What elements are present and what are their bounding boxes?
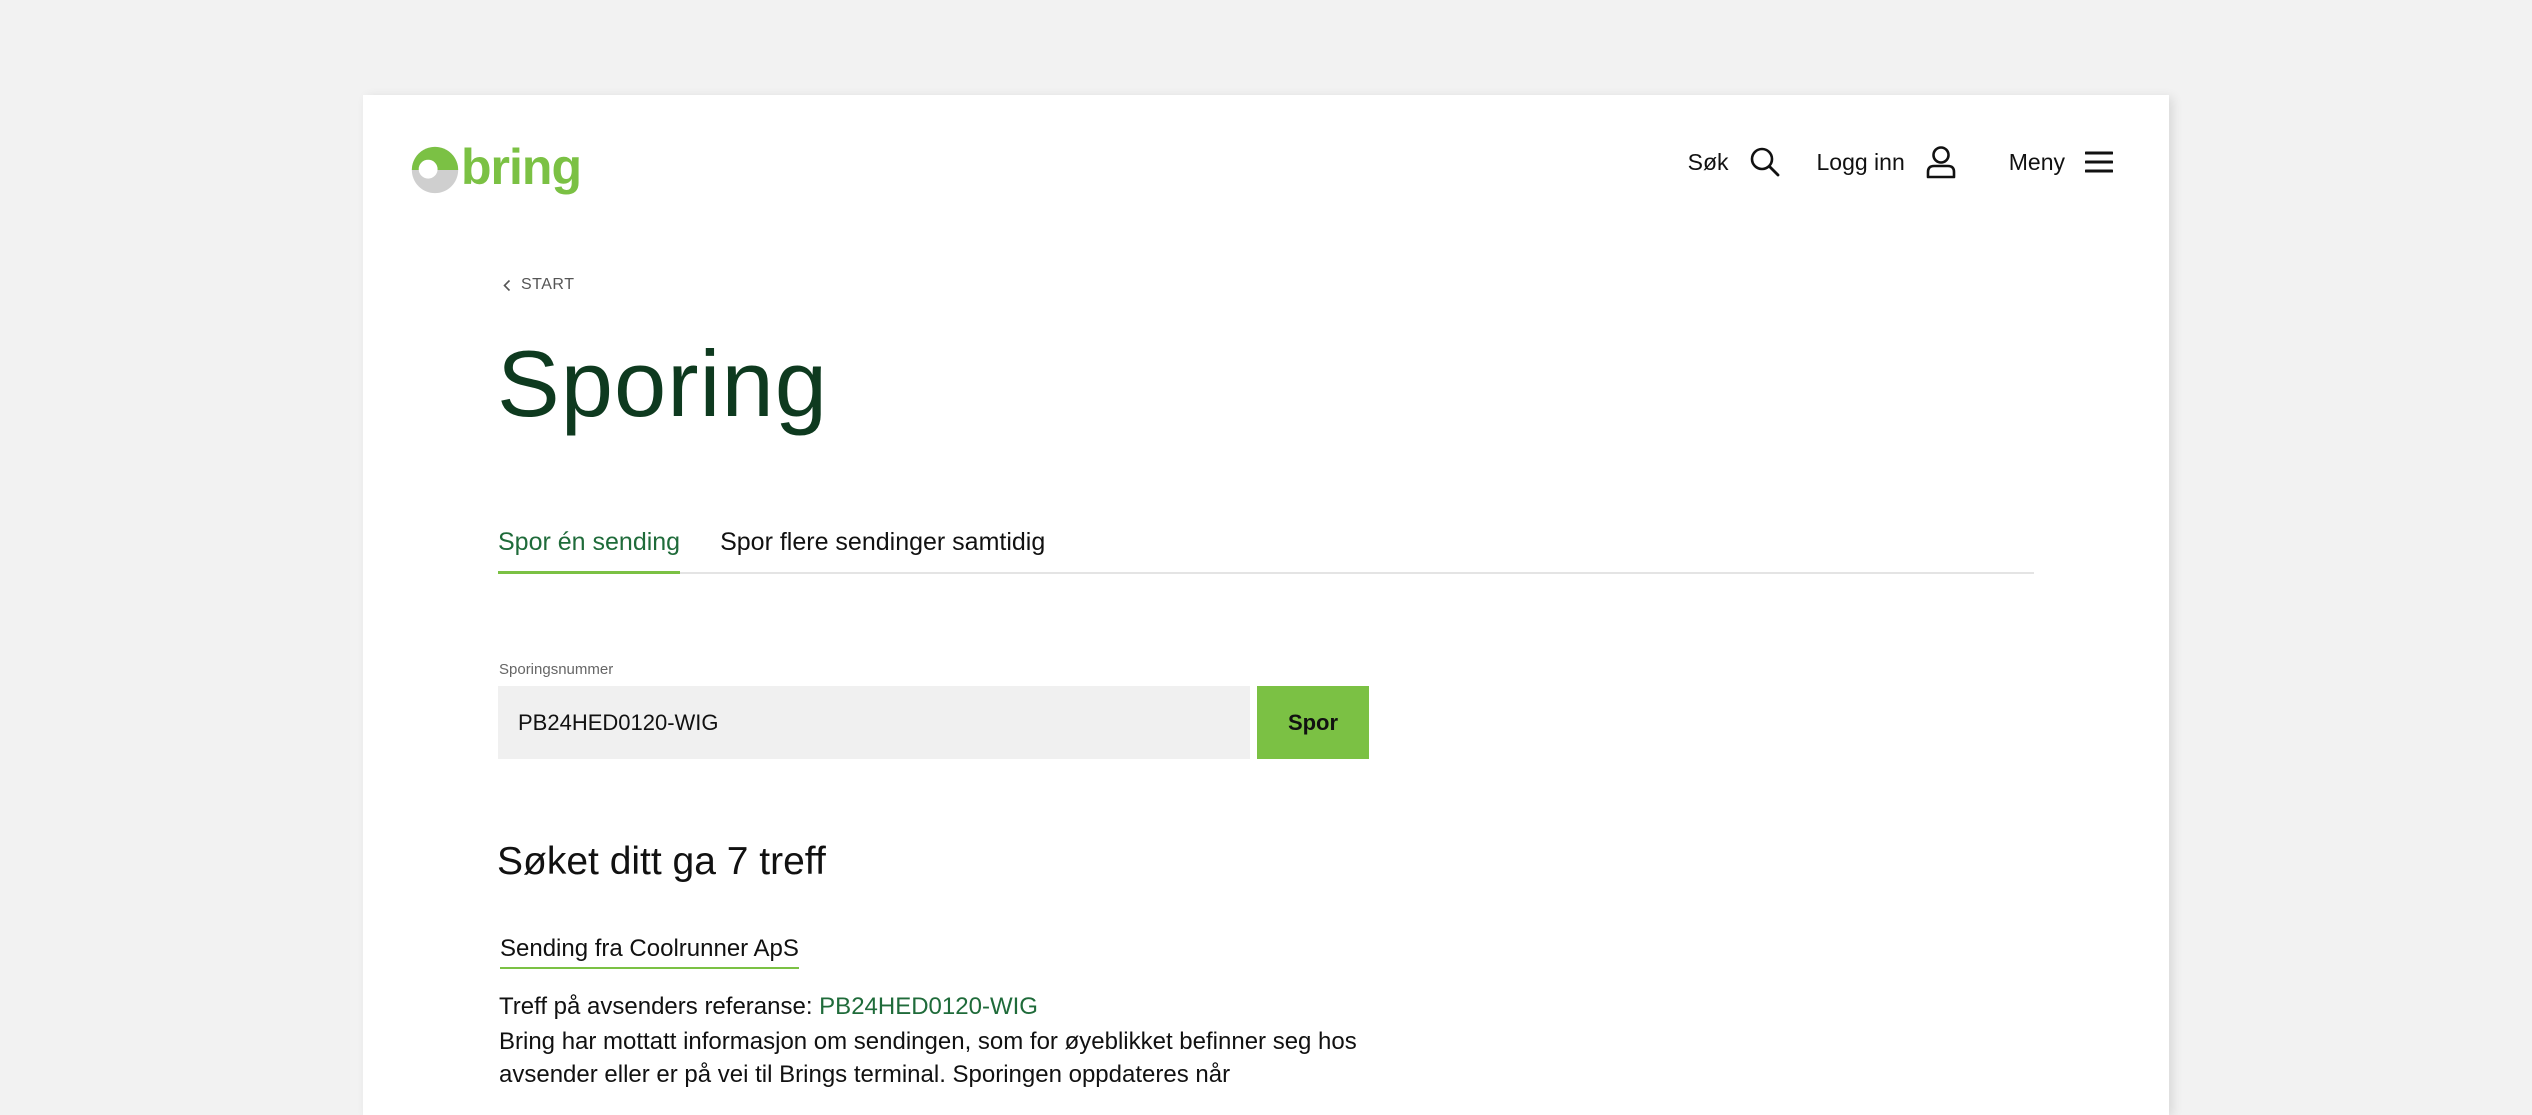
bring-logo[interactable]: bring (411, 135, 582, 205)
page-card: bring Søk Logg inn Meny START Sporing Sp… (363, 95, 2169, 1115)
results-heading: Søket ditt ga 7 treff (497, 840, 826, 883)
tab-track-single[interactable]: Spor én sending (498, 522, 681, 574)
hamburger-menu-icon (2085, 150, 2113, 174)
search-icon (1749, 146, 1781, 178)
login-label: Logg inn (1816, 148, 1905, 175)
logo-text: bring (461, 139, 582, 195)
result-description: Bring har mottatt informasjon om sending… (499, 1028, 1357, 1088)
track-button[interactable]: Spor (1257, 686, 1369, 759)
tracking-number-label: Sporingsnummer (499, 661, 614, 678)
user-icon (1925, 145, 1957, 179)
search-nav-label: Søk (1687, 148, 1729, 175)
menu-button[interactable]: Meny (2009, 149, 2113, 176)
tab-track-multiple[interactable]: Spor flere sendinger samtidig (720, 522, 1045, 572)
search-nav-button[interactable]: Søk (1688, 146, 1781, 178)
login-button[interactable]: Logg inn (1817, 145, 1957, 179)
bring-logo-mark (411, 146, 459, 194)
header-nav: Søk Logg inn Meny (1688, 145, 2113, 179)
result-item-title-link[interactable]: Sending fra Coolrunner ApS (500, 935, 799, 969)
breadcrumb-label: START (521, 276, 575, 293)
tracking-tabs: Spor én sending Spor flere sendinger sam… (498, 522, 2034, 574)
breadcrumb[interactable]: START (503, 276, 574, 294)
chevron-left-icon (503, 279, 511, 292)
tracking-number-input[interactable] (498, 686, 1250, 759)
page-title: Sporing (497, 331, 828, 436)
menu-label: Meny (2008, 148, 2065, 175)
result-reference: Treff på avsenders referanse: PB24HED012… (499, 993, 1038, 1021)
result-reference-value: PB24HED0120-WIG (819, 993, 1038, 1020)
result-reference-prefix: Treff på avsenders referanse: (499, 993, 820, 1020)
